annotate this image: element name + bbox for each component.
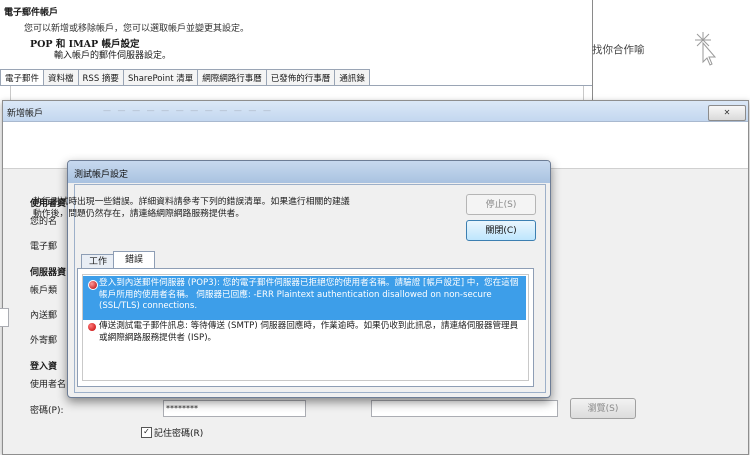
error-icon — [88, 323, 96, 331]
test-dialog-title: 測試帳戶設定 — [74, 170, 129, 180]
error-message-2[interactable]: 傳送測試電子郵件訊息: 等待傳送 (SMTP) 伺服器回應時，作業逾時。如果仍收… — [99, 321, 524, 344]
account-settings-tabs: 電子郵件 資料檔 RSS 摘要 SharePoint 清單 網際網路行事曆 已發… — [0, 69, 370, 85]
error-message-1: 登入到內送郵件伺服器 (POP3): 您的電子郵件伺服器已拒絕您的使用者名稱。請… — [99, 278, 519, 311]
tab-address-books[interactable]: 通訊錄 — [334, 69, 370, 85]
close-dialog-button[interactable]: 關閉(C) — [466, 220, 536, 241]
tab-published-calendars[interactable]: 已發佈的行事曆 — [265, 69, 336, 85]
test-dialog-titlebar: 測試帳戶設定 — [68, 161, 550, 183]
password-field[interactable]: ******** — [163, 400, 306, 417]
close-button[interactable]: ✕ — [708, 105, 746, 121]
background-text: 找你合作喻 — [592, 44, 645, 56]
tab-errors[interactable]: 錯誤 — [113, 251, 155, 269]
account-settings-description: 您可以新增或移除帳戶，您可以選取帳戶並變更其設定。 — [24, 24, 250, 34]
account-type-label: 帳戶類 — [30, 286, 58, 296]
message-line-1: 執行測試時出現一些錯誤。詳細資料請參考下列的錯誤清單。如果進行相關的建議 — [33, 197, 350, 207]
remember-password-label: 記住密碼(R) — [154, 429, 204, 439]
new-account-title: 新增帳戶 — [7, 109, 44, 119]
test-dialog-message: 執行測試時出現一些錯誤。詳細資料請參考下列的錯誤清單。如果進行相關的建議 動作後… — [33, 196, 350, 220]
tab-email[interactable]: 電子郵件 — [0, 69, 45, 85]
server-info-section: 伺服器資 — [30, 268, 67, 278]
message-line-2: 動作後，問題仍然存在，請連絡網際網路服務提供者。 — [33, 209, 245, 219]
error-icon — [88, 280, 98, 290]
busy-cursor-icon — [695, 32, 717, 66]
incoming-server-label: 內送郵 — [30, 311, 58, 321]
titlebar-ghost-text: — — — — — — — — — — — — — [103, 106, 273, 115]
tab-tasks[interactable]: 工作 — [81, 254, 115, 269]
remember-password-checkbox[interactable]: ✓ — [141, 427, 152, 438]
stop-button[interactable]: 停止(S) — [466, 194, 536, 215]
account-type-dropdown[interactable] — [0, 308, 9, 327]
email-label: 電子郵 — [30, 242, 58, 252]
username-label: 使用者名 — [30, 380, 67, 390]
password-label: 密碼(P): — [30, 406, 64, 416]
account-settings-title: 電子郵件帳戶 — [4, 8, 59, 18]
tab-data-files[interactable]: 資料檔 — [43, 69, 79, 85]
page-subtitle: 輸入帳戶的郵件伺服器設定。 — [54, 51, 172, 61]
outgoing-server-label: 外寄郵 — [30, 336, 58, 346]
tab-internet-calendars[interactable]: 網際網路行事曆 — [197, 69, 267, 85]
browse-button[interactable]: 瀏覽(S) — [570, 398, 636, 419]
data-file-field[interactable] — [371, 400, 558, 417]
logon-info-section: 登入資 — [30, 362, 58, 372]
tab-sharepoint-lists[interactable]: SharePoint 清單 — [122, 69, 199, 85]
tab-rss-feeds[interactable]: RSS 摘要 — [77, 69, 124, 85]
new-account-titlebar: 新增帳戶 — — — — — — — — — — — — ✕ — [3, 101, 748, 122]
